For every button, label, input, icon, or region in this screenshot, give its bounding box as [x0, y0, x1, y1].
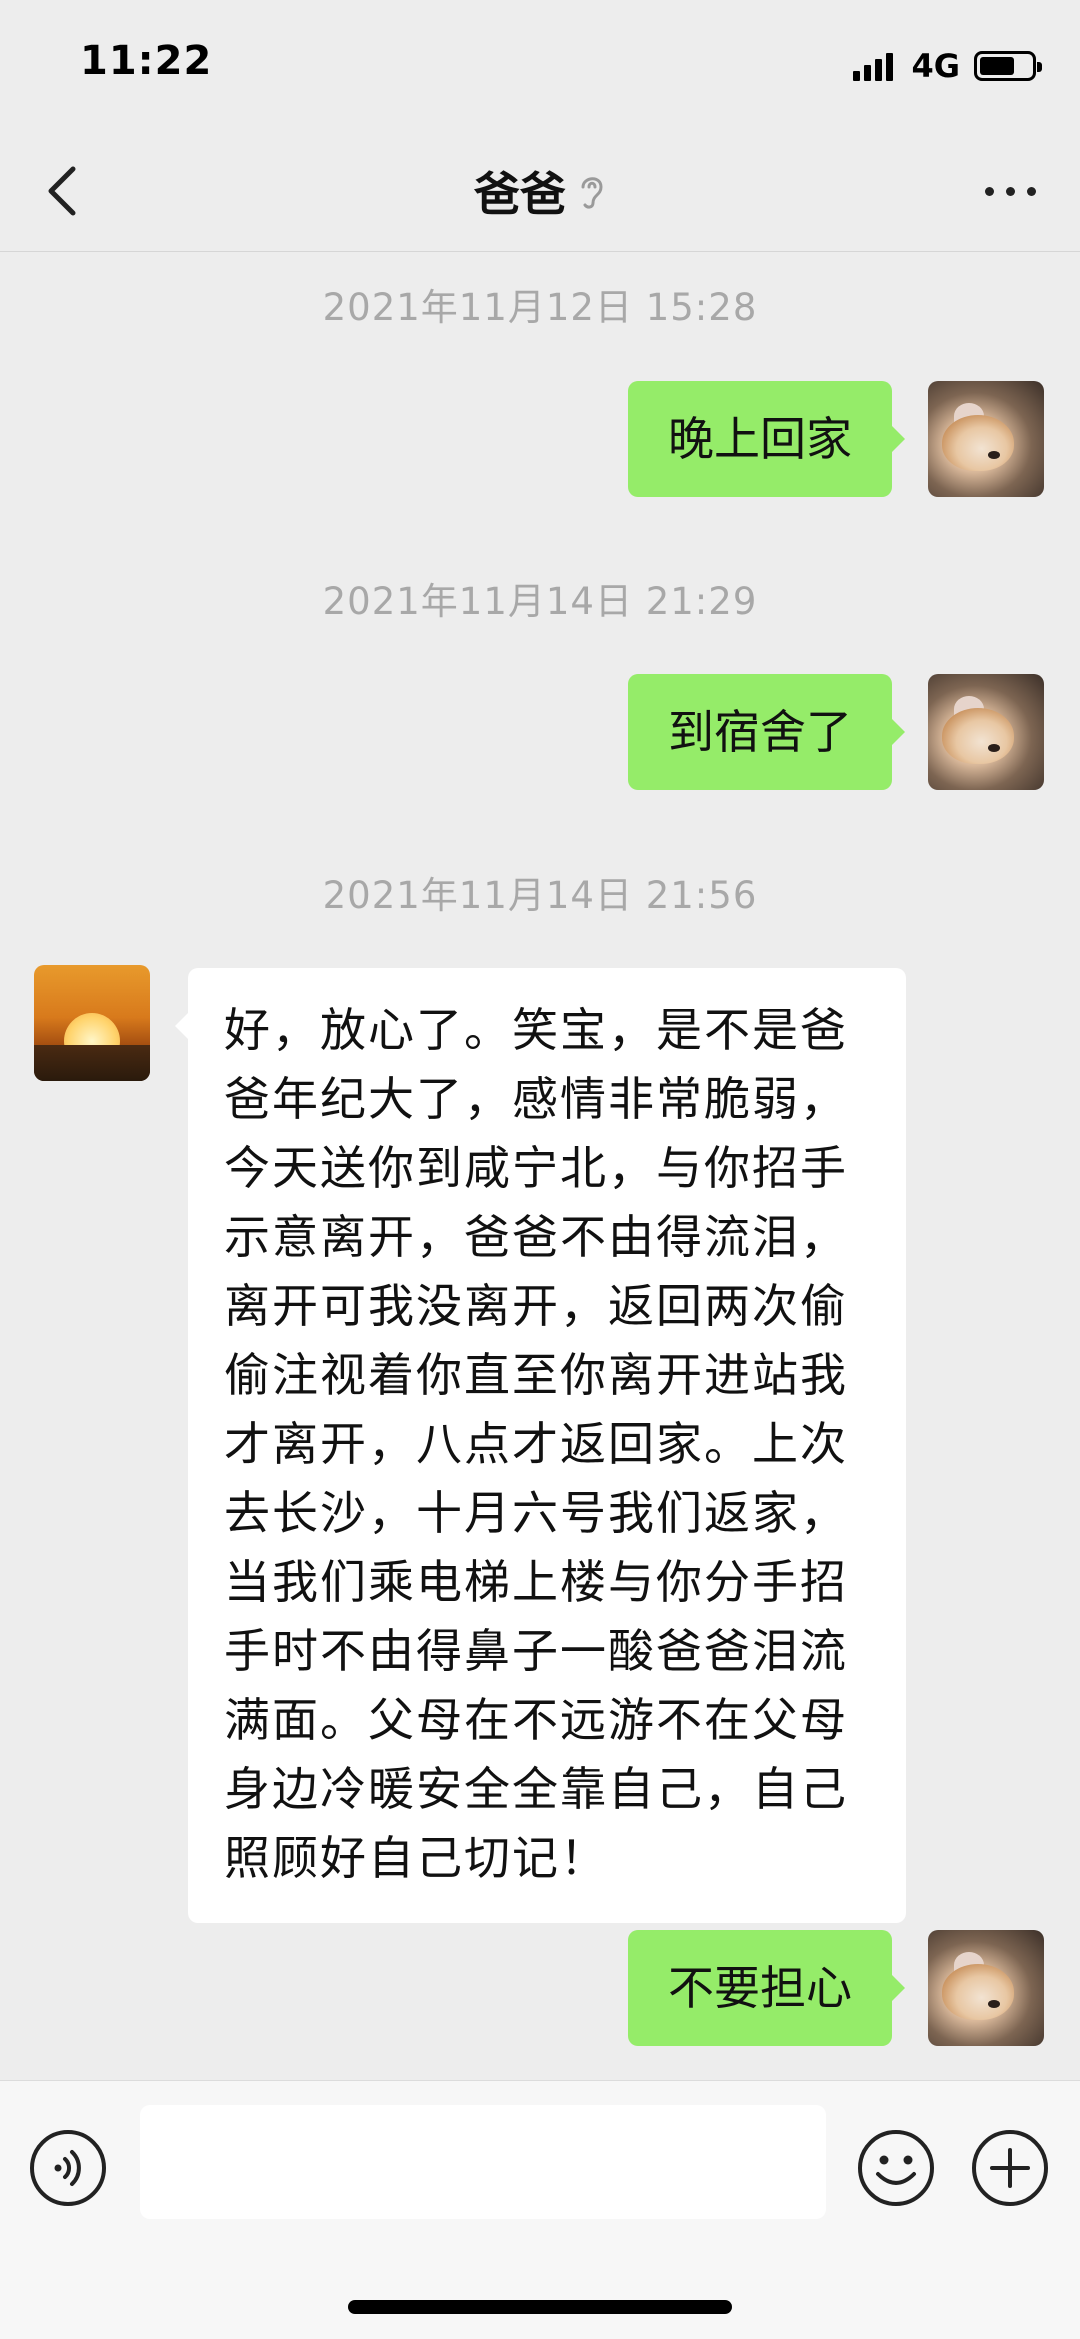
emoji-icon [858, 2130, 934, 2206]
status-time: 11:22 [80, 38, 213, 84]
signal-icon [853, 51, 897, 81]
message-line: 去长沙，十月六号我们返家， [224, 1486, 848, 1540]
message-line: 身边冷暖安全全靠自己，自己 [224, 1762, 848, 1816]
battery-level [980, 57, 1014, 75]
message-bubble-dad[interactable]: 好，放心了。笑宝，是不是爸 爸年纪大了，感情非常脆弱， 今天送你到咸宁北，与你招… [175, 968, 906, 1923]
plus-button[interactable] [970, 2128, 1050, 2208]
message-line: 当我们乘电梯上楼与你分手招 [224, 1555, 848, 1609]
voice-button[interactable] [28, 2128, 108, 2208]
more-button[interactable] [970, 158, 1050, 224]
message-input[interactable] [140, 2105, 826, 2219]
emoji-button[interactable] [856, 2128, 936, 2208]
message-line: 手时不由得鼻子一酸爸爸泪流 [224, 1624, 848, 1678]
network-type: 4G [911, 47, 960, 85]
message-line: 偷注视着你直至你离开进站我 [224, 1348, 848, 1402]
my-avatar[interactable] [928, 674, 1044, 790]
message-line: 示意离开，爸爸不由得流泪， [224, 1210, 848, 1264]
nav-header: 爸爸 [0, 130, 1080, 252]
ear-icon [578, 171, 606, 211]
message-bubble-me[interactable]: 不要担心 [628, 1930, 905, 2046]
message-line: 离开可我没离开，返回两次偷 [224, 1279, 848, 1333]
timestamp: 2021年11月14日 21:56 [322, 874, 758, 917]
my-avatar[interactable] [928, 381, 1044, 497]
battery-cap [1037, 62, 1042, 72]
battery-icon [974, 51, 1042, 81]
my-avatar[interactable] [928, 1930, 1044, 2046]
message-line: 才离开，八点才返回家。上次 [224, 1417, 848, 1471]
title-wrap: 爸爸 [0, 158, 1080, 224]
message-line: 今天送你到咸宁北，与你招手 [224, 1141, 848, 1195]
message-line: 照顾好自己切记！ [224, 1831, 608, 1885]
status-indicators: 4G [853, 46, 1042, 86]
plus-icon [972, 2130, 1048, 2206]
message-line: 好，放心了。笑宝，是不是爸 [224, 1003, 848, 1057]
message-line: 爸年纪大了，感情非常脆弱， [224, 1072, 848, 1126]
message-bubble-me[interactable]: 晚上回家 [628, 381, 905, 497]
more-dots-icon [984, 186, 994, 196]
message-line: 满面。父母在不远游不在父母 [224, 1693, 848, 1747]
message-bubble-me[interactable]: 到宿舍了 [628, 674, 905, 790]
voice-icon [30, 2130, 106, 2206]
dad-avatar[interactable] [34, 965, 150, 1081]
timestamp: 2021年11月12日 15:28 [322, 286, 758, 329]
chat-screen: 11:22 4G 爸爸 2021年11月12日 15:28 晚上回家 2021年… [0, 0, 1080, 2339]
chat-title: 爸爸 [474, 167, 566, 221]
timestamp: 2021年11月14日 21:29 [322, 580, 758, 623]
status-bar: 11:22 4G [0, 0, 1080, 130]
home-indicator[interactable] [348, 2300, 732, 2314]
